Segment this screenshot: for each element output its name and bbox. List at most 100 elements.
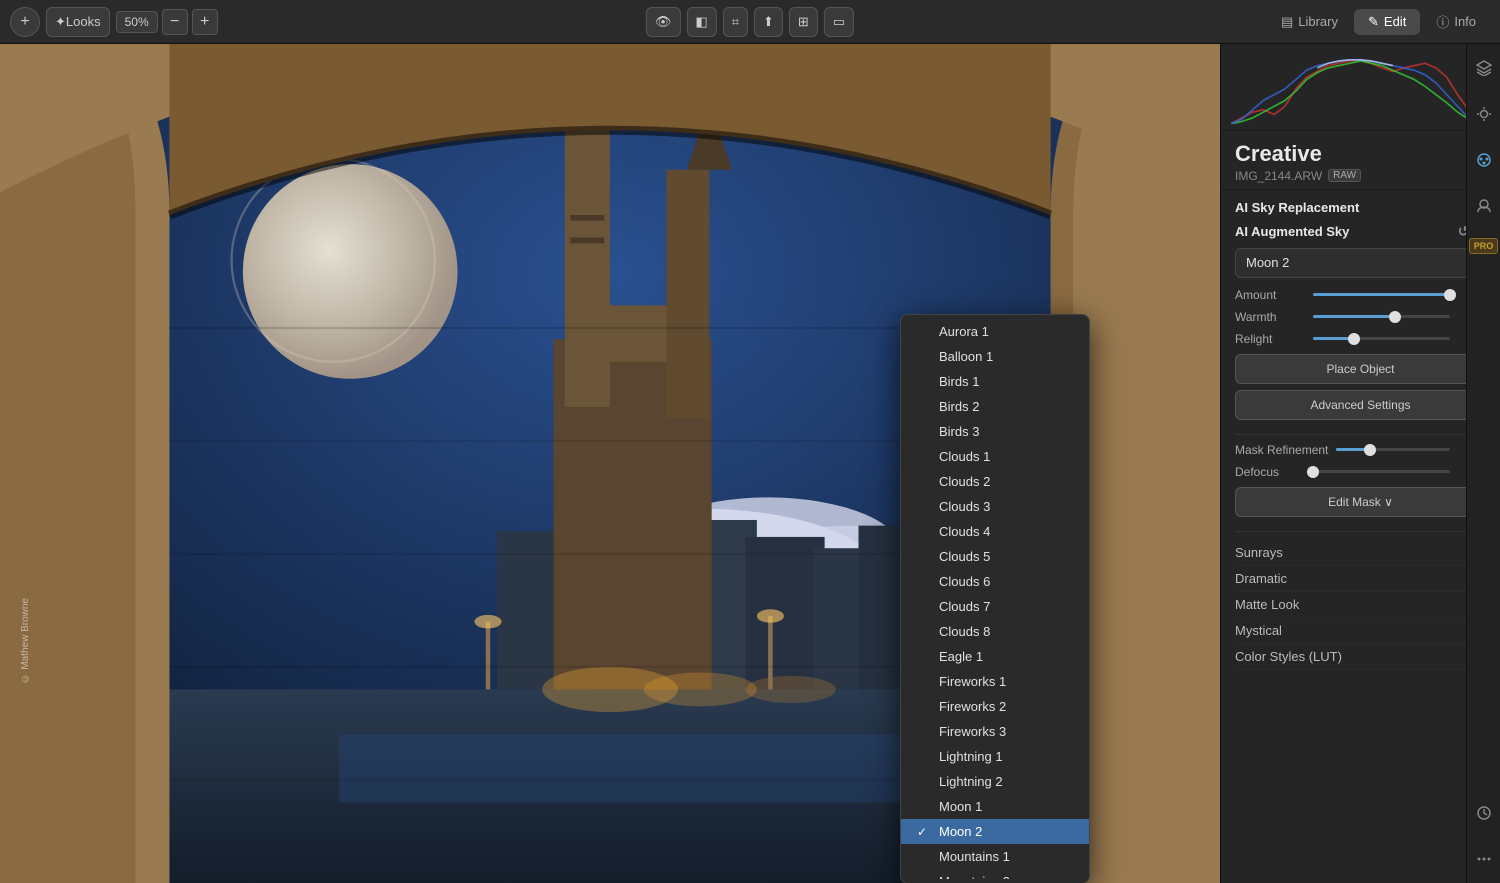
dropdown-item[interactable]: Mountains 2 bbox=[901, 869, 1089, 879]
dramatic-label: Dramatic bbox=[1235, 571, 1287, 586]
dropdown-item-label: Clouds 8 bbox=[939, 624, 990, 639]
dropdown-item[interactable]: Clouds 7 bbox=[901, 594, 1089, 619]
grid-icon: ⊞ bbox=[798, 14, 809, 30]
defocus-label: Defocus bbox=[1235, 465, 1305, 479]
dropdown-item[interactable]: Moon 1 bbox=[901, 794, 1089, 819]
canvas-area: © Mathew Browne Aurora 1Balloon 1 Birds 1… bbox=[0, 44, 1220, 883]
dropdown-item[interactable]: Clouds 4 bbox=[901, 519, 1089, 544]
color-styles-label: Color Styles (LUT) bbox=[1235, 649, 1342, 664]
grid-button[interactable]: ⊞ bbox=[789, 7, 818, 37]
add-button[interactable]: + bbox=[10, 7, 40, 37]
relight-thumb[interactable] bbox=[1348, 333, 1360, 345]
eye-icon: 👁 bbox=[655, 14, 672, 30]
info-label: Info bbox=[1454, 14, 1476, 29]
place-object-button[interactable]: Place Object bbox=[1235, 354, 1486, 384]
dropdown-item[interactable]: Lightning 2 bbox=[901, 769, 1089, 794]
dropdown-item-label: Clouds 6 bbox=[939, 574, 990, 589]
right-panel: Creative IMG_2144.ARW RAW AI Sky Replace… bbox=[1220, 44, 1500, 883]
warmth-thumb[interactable] bbox=[1389, 311, 1401, 323]
dropdown-item[interactable]: Birds 3 bbox=[901, 419, 1089, 444]
relight-row: Relight 20 bbox=[1235, 332, 1486, 346]
library-tab[interactable]: ▤ Library bbox=[1267, 9, 1352, 35]
looks-button[interactable]: ✦ Looks bbox=[46, 7, 110, 37]
dropdown-item-label: Lightning 1 bbox=[939, 749, 1003, 764]
color-styles-row[interactable]: Color Styles (LUT) bbox=[1235, 644, 1486, 670]
top-bar-center: 👁 ◧ ⌗ ⬆ ⊞ ▭ bbox=[646, 7, 854, 37]
dropdown-item[interactable]: ✓Moon 2 bbox=[901, 819, 1089, 844]
dropdown-item-label: Fireworks 2 bbox=[939, 699, 1006, 714]
crop-button[interactable]: ⌗ bbox=[723, 7, 748, 37]
more-icon[interactable] bbox=[1470, 845, 1498, 873]
histogram-area bbox=[1221, 44, 1500, 131]
dropdown-item[interactable]: Fireworks 3 bbox=[901, 719, 1089, 744]
mystical-row[interactable]: Mystical bbox=[1235, 618, 1486, 644]
face-icon[interactable] bbox=[1470, 192, 1498, 220]
histogram-chart bbox=[1231, 54, 1490, 124]
library-label: Library bbox=[1298, 14, 1338, 29]
zoom-label[interactable]: 50% bbox=[116, 11, 158, 33]
mask-refinement-slider[interactable] bbox=[1336, 448, 1450, 451]
dropdown-item[interactable]: Eagle 1 bbox=[901, 644, 1089, 669]
defocus-thumb[interactable] bbox=[1307, 466, 1319, 478]
zoom-out-button[interactable]: − bbox=[162, 9, 188, 35]
zoom-in-button[interactable]: + bbox=[192, 9, 218, 35]
dropdown-item-label: Clouds 2 bbox=[939, 474, 990, 489]
dropdown-item[interactable]: Aurora 1 bbox=[901, 319, 1089, 344]
amount-thumb[interactable] bbox=[1444, 289, 1456, 301]
sky-dropdown-popup[interactable]: Aurora 1Balloon 1Birds 1Birds 2Birds 3Cl… bbox=[900, 314, 1090, 883]
panel-scroll[interactable]: AI Sky Replacement AI Augmented Sky ↺ ◑ … bbox=[1221, 190, 1500, 883]
dropdown-item-label: Birds 1 bbox=[939, 374, 979, 389]
sky-select[interactable]: Moon 2 ∨ bbox=[1235, 248, 1486, 278]
dropdown-item[interactable]: Balloon 1 bbox=[901, 344, 1089, 369]
ai-sky-section-title: AI Sky Replacement bbox=[1235, 200, 1486, 215]
dropdown-item-label: Moon 1 bbox=[939, 799, 982, 814]
sunrays-row[interactable]: Sunrays bbox=[1235, 540, 1486, 566]
dropdown-item[interactable]: Clouds 2 bbox=[901, 469, 1089, 494]
eye-button[interactable]: 👁 bbox=[646, 7, 681, 37]
mask-thumb[interactable] bbox=[1364, 444, 1376, 456]
ai-augmented-label: AI Augmented Sky bbox=[1235, 224, 1349, 239]
edit-tab[interactable]: ✎ Edit bbox=[1354, 9, 1420, 35]
edit-label: Edit bbox=[1384, 14, 1406, 29]
library-icon: ▤ bbox=[1281, 14, 1293, 30]
dropdown-item[interactable]: Clouds 5 bbox=[901, 544, 1089, 569]
history-icon[interactable] bbox=[1470, 799, 1498, 827]
dropdown-item[interactable]: Fireworks 2 bbox=[901, 694, 1089, 719]
sun-icon[interactable] bbox=[1470, 100, 1498, 128]
top-bar-right: ▤ Library ✎ Edit ⓘ Info bbox=[1267, 7, 1490, 36]
amount-slider[interactable] bbox=[1313, 293, 1450, 296]
warmth-slider[interactable] bbox=[1313, 315, 1450, 318]
mask-refinement-row: Mask Refinement 30 bbox=[1235, 443, 1486, 457]
sky-select-value: Moon 2 bbox=[1246, 255, 1289, 270]
share-button[interactable]: ⬆ bbox=[754, 7, 783, 37]
edit-mask-button[interactable]: Edit Mask ∨ bbox=[1235, 487, 1486, 517]
dropdown-item-label: Clouds 4 bbox=[939, 524, 990, 539]
dropdown-item-label: Fireworks 1 bbox=[939, 674, 1006, 689]
relight-slider[interactable] bbox=[1313, 337, 1450, 340]
info-tab[interactable]: ⓘ Info bbox=[1422, 7, 1490, 36]
watermark: © Mathew Browne bbox=[20, 598, 31, 683]
dropdown-item[interactable]: Clouds 8 bbox=[901, 619, 1089, 644]
dramatic-row[interactable]: Dramatic bbox=[1235, 566, 1486, 592]
advanced-settings-button[interactable]: Advanced Settings bbox=[1235, 390, 1486, 420]
warmth-label: Warmth bbox=[1235, 310, 1305, 324]
dropdown-item[interactable]: Lightning 1 bbox=[901, 744, 1089, 769]
dropdown-item-label: Mountains 1 bbox=[939, 849, 1010, 864]
window-button[interactable]: ▭ bbox=[824, 7, 854, 37]
dropdown-item[interactable]: Clouds 1 bbox=[901, 444, 1089, 469]
filename: IMG_2144.ARW bbox=[1235, 169, 1322, 183]
palette-icon[interactable] bbox=[1470, 146, 1498, 174]
dropdown-item[interactable]: Clouds 3 bbox=[901, 494, 1089, 519]
dropdown-item[interactable]: Birds 1 bbox=[901, 369, 1089, 394]
dropdown-item[interactable]: Fireworks 1 bbox=[901, 669, 1089, 694]
matte-look-row[interactable]: Matte Look bbox=[1235, 592, 1486, 618]
layers-icon[interactable] bbox=[1470, 54, 1498, 82]
dropdown-item[interactable]: Mountains 1 bbox=[901, 844, 1089, 869]
defocus-slider[interactable] bbox=[1313, 470, 1450, 473]
dropdown-item[interactable]: Birds 2 bbox=[901, 394, 1089, 419]
pro-badge: PRO bbox=[1469, 238, 1499, 254]
raw-badge: RAW bbox=[1328, 169, 1361, 182]
dropdown-item-label: Lightning 2 bbox=[939, 774, 1003, 789]
dropdown-item[interactable]: Clouds 6 bbox=[901, 569, 1089, 594]
compare-button[interactable]: ◧ bbox=[686, 7, 716, 37]
